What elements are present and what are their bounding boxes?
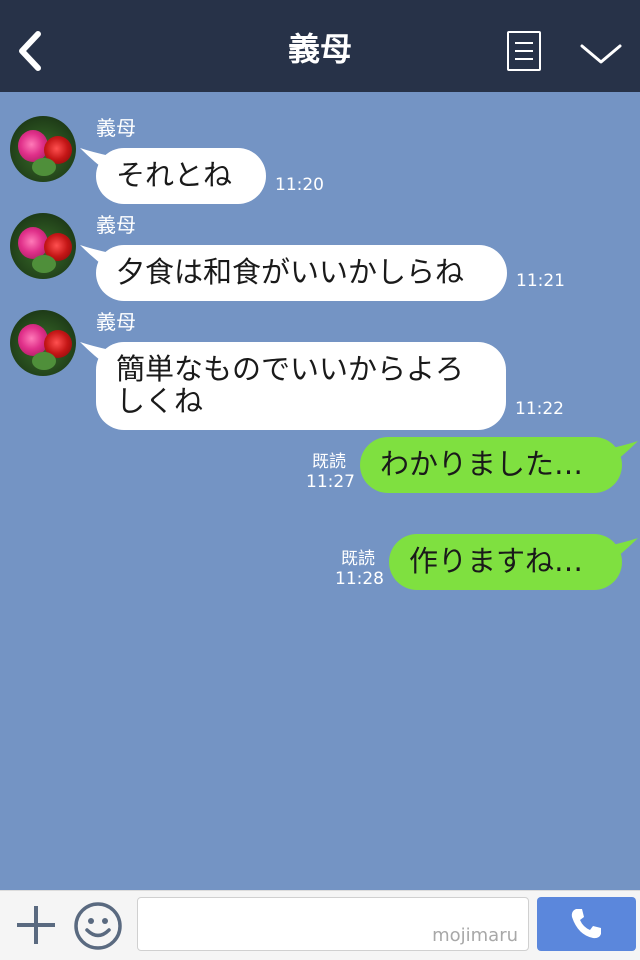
bubble-tail (608, 441, 638, 467)
read-status: 既読 11:27 (306, 452, 355, 492)
chat-header: 義母 (0, 0, 640, 92)
chevron-down-icon (580, 44, 622, 64)
chat-area[interactable]: 義母 それとね 11:20 義母 夕食は和食がいいかしらね 11:21 義母 簡… (0, 92, 640, 890)
read-label: 既読 (341, 549, 375, 569)
leaf-image (32, 158, 56, 176)
avatar[interactable] (10, 213, 76, 279)
message-input[interactable]: mojimaru (137, 897, 529, 951)
sender-name: 義母 (96, 310, 136, 334)
sender-name: 義母 (96, 213, 136, 237)
leaf-image (32, 352, 56, 370)
read-label: 既読 (312, 452, 346, 472)
input-bar: mojimaru (0, 890, 640, 960)
message-text: 夕食は和食がいいかしらね (116, 255, 465, 289)
incoming-message-bubble[interactable]: それとね (80, 148, 266, 204)
bubble-tail (608, 538, 638, 564)
chat-title: 義母 (287, 30, 352, 68)
message-text-line: 簡単なものでいいからよろ (116, 352, 465, 386)
leaf-image (32, 255, 56, 273)
avatar[interactable] (10, 116, 76, 182)
message-time: 11:27 (306, 472, 355, 492)
message-time: 11:28 (335, 569, 384, 589)
incoming-message-bubble[interactable]: 簡単なものでいいからよろ しくね (80, 342, 506, 430)
call-button[interactable] (537, 897, 636, 951)
outgoing-message-bubble[interactable]: 作りますね… (389, 534, 638, 590)
message-time: 11:21 (516, 271, 565, 291)
smiley-icon (74, 902, 122, 950)
message-time: 11:22 (515, 399, 564, 419)
outgoing-message-bubble[interactable]: わかりました… (360, 437, 638, 493)
bubble-tail (80, 245, 110, 271)
avatar[interactable] (10, 310, 76, 376)
message-text: 作りますね… (409, 544, 584, 578)
watermark-text: mojimaru (432, 925, 518, 946)
message-text: それとね (116, 158, 233, 192)
bubble-tail (80, 342, 110, 368)
emoji-button[interactable] (73, 901, 123, 951)
plus-icon (17, 906, 55, 944)
dropdown-button[interactable] (578, 38, 624, 68)
message-text: わかりました… (380, 447, 584, 481)
add-button[interactable] (14, 903, 58, 947)
read-status: 既読 11:28 (335, 549, 384, 589)
phone-icon (571, 909, 601, 939)
message-text-line: しくね (116, 384, 204, 418)
bubble-tail (80, 148, 110, 174)
menu-button[interactable] (507, 31, 541, 71)
message-time: 11:20 (275, 175, 324, 195)
sender-name: 義母 (96, 116, 136, 140)
incoming-message-bubble[interactable]: 夕食は和食がいいかしらね (80, 245, 507, 301)
